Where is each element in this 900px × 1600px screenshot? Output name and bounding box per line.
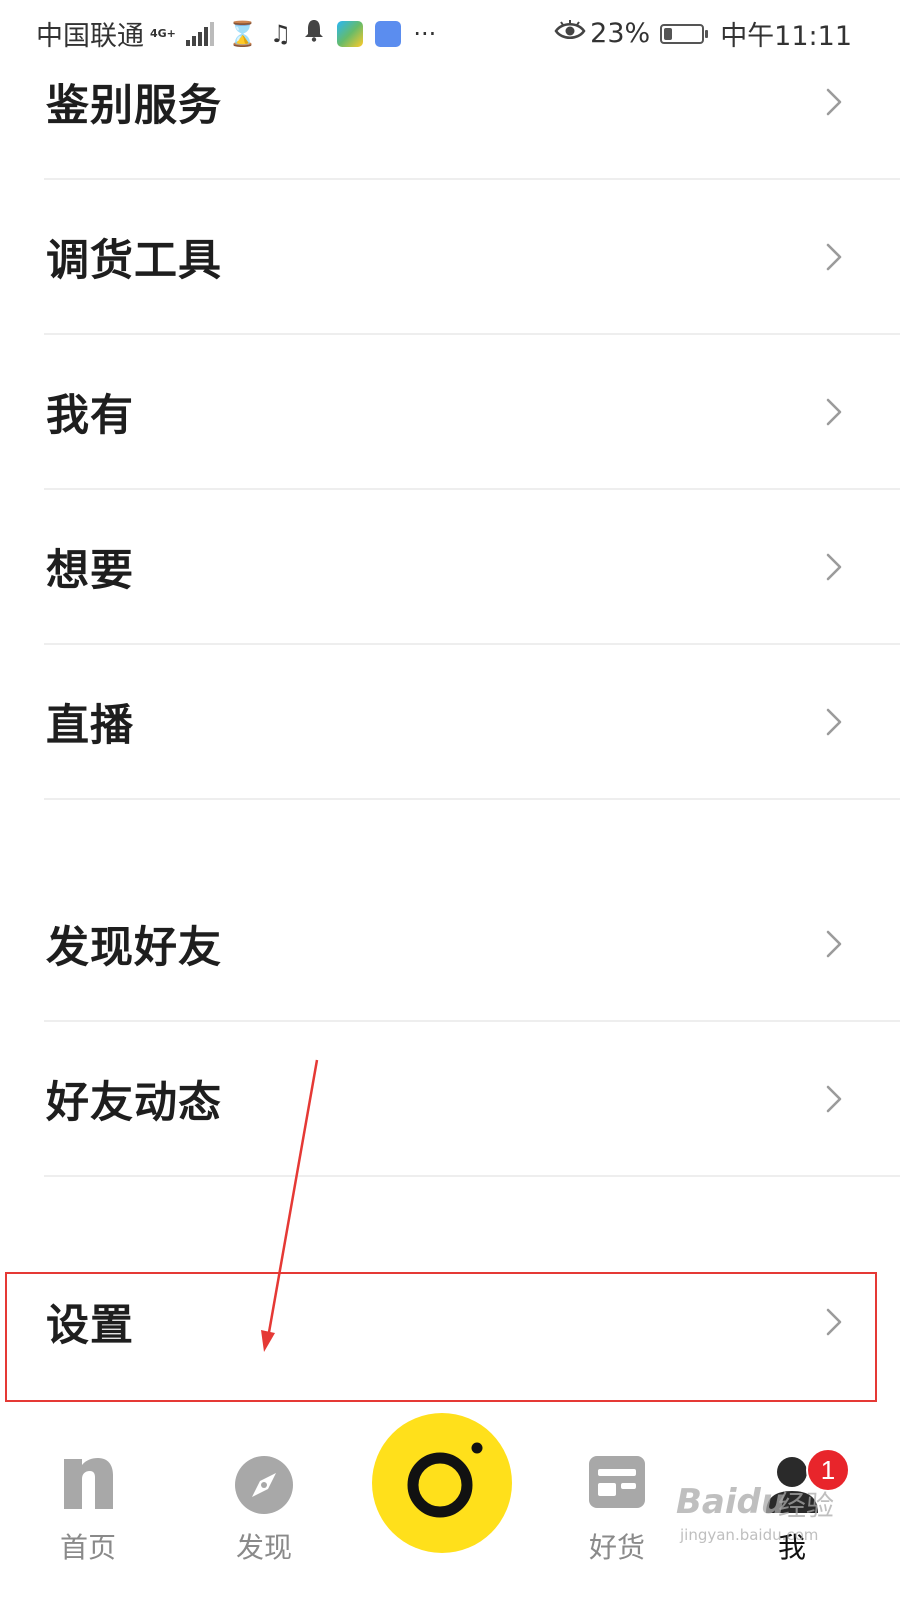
chevron-right-icon <box>826 243 842 271</box>
chevron-right-icon <box>826 88 842 116</box>
tab-home[interactable]: 首页 <box>18 1405 158 1600</box>
menu-item-label: 直播 <box>46 701 134 751</box>
chevron-right-icon <box>826 553 842 581</box>
tab-label: 好货 <box>588 1531 645 1564</box>
menu-item-label: 我有 <box>46 391 134 441</box>
menu-item-want[interactable]: 想要 <box>44 491 900 645</box>
goods-card-icon <box>589 1456 645 1508</box>
menu-item-appraisal-service[interactable]: 鉴别服务 <box>44 26 900 180</box>
tab-label: 首页 <box>59 1531 116 1564</box>
menu-item-settings[interactable]: 设置 <box>44 1245 900 1399</box>
tab-goods[interactable]: 好货 <box>547 1405 687 1600</box>
bottom-nav: 首页 发现 好货 我 1 <box>0 1405 900 1600</box>
chevron-right-icon <box>826 398 842 426</box>
menu-item-label: 鉴别服务 <box>46 81 222 131</box>
menu-item-live[interactable]: 直播 <box>44 646 900 800</box>
menu-item-label: 想要 <box>46 546 134 596</box>
menu-item-label: 好友动态 <box>46 1078 222 1128</box>
tab-label: 发现 <box>235 1531 292 1564</box>
camera-icon <box>407 1442 483 1518</box>
menu-item-label: 设置 <box>46 1301 134 1351</box>
tab-discover[interactable]: 发现 <box>194 1405 334 1600</box>
menu-item-label: 发现好友 <box>46 923 222 973</box>
compass-icon <box>235 1456 293 1514</box>
menu-item-friend-feed[interactable]: 好友动态 <box>44 1023 900 1177</box>
menu-item-label: 调货工具 <box>46 236 222 286</box>
menu-item-find-friends[interactable]: 发现好友 <box>44 868 900 1022</box>
chevron-right-icon <box>826 708 842 736</box>
tab-me[interactable]: 我 <box>722 1405 862 1600</box>
menu-item-transfer-tool[interactable]: 调货工具 <box>44 181 900 335</box>
chevron-right-icon <box>826 1308 842 1336</box>
chevron-right-icon <box>826 1085 842 1113</box>
camera-button[interactable] <box>372 1413 512 1553</box>
menu-item-i-have[interactable]: 我有 <box>44 336 900 490</box>
tab-label: 我 <box>777 1531 806 1564</box>
chevron-right-icon <box>826 930 842 958</box>
notification-badge: 1 <box>806 1448 850 1492</box>
home-n-icon <box>64 1458 113 1509</box>
